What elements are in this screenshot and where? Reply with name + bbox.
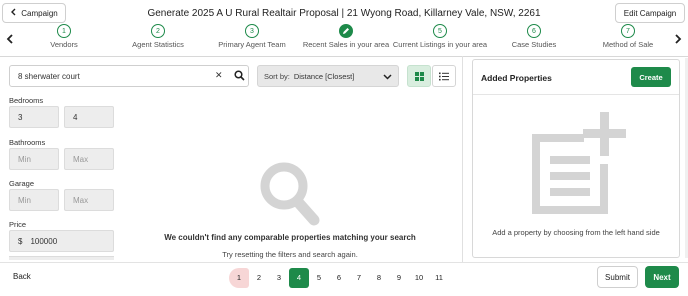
close-icon[interactable]: ✕ [215,70,223,81]
page-button-3[interactable]: 3 [269,268,289,288]
steps-next-arrow-icon[interactable] [674,34,682,47]
garage-max-input[interactable]: Max [64,189,114,211]
price-input[interactable]: $ 100000 [9,230,114,252]
footer-divider [0,262,688,263]
pencil-icon [339,24,353,38]
list-view-button[interactable] [432,65,456,87]
step-number: 2 [151,24,165,38]
page-button-7[interactable]: 7 [349,268,369,288]
list-icon [439,72,449,80]
step-method-of-sale[interactable]: 7 Method of Sale [583,24,673,49]
bedrooms-max-input[interactable]: 4 [64,106,114,128]
page-button-2[interactable]: 2 [249,268,269,288]
added-properties-panel: Added Properties Create Add a property b… [472,59,680,258]
step-recent-sales[interactable]: Recent Sales in your area [301,24,391,49]
step-label: Primary Agent Team [218,40,286,49]
bedrooms-min-input[interactable]: 3 [9,106,59,128]
price-label: Price [9,220,27,229]
chevron-down-icon [383,74,392,80]
price-value: 100000 [30,236,58,246]
step-current-listings[interactable]: 5 Current Listings in your area [392,24,488,49]
bathrooms-max-input[interactable]: Max [64,148,114,170]
page-button-8[interactable]: 8 [369,268,389,288]
step-number: 5 [433,24,447,38]
search-icon[interactable] [234,70,245,81]
page-button-6[interactable]: 6 [329,268,349,288]
garage-min-input[interactable]: Min [9,189,59,211]
column-divider [462,56,463,262]
next-filter-input-partial[interactable] [9,256,114,260]
garage-label: Garage [9,179,35,188]
submit-button[interactable]: Submit [597,266,638,288]
currency-symbol: $ [18,236,23,246]
steps-divider [0,56,688,57]
page-title: Generate 2025 A U Rural Realtair Proposa… [147,8,541,19]
back-button[interactable]: Back [13,272,31,281]
next-button[interactable]: Next [645,266,679,288]
page-button-1[interactable]: 1 [229,267,249,288]
added-properties-title: Added Properties [481,73,552,83]
edit-campaign-button[interactable]: Edit Campaign [615,3,685,23]
steps-prev-arrow-icon[interactable] [6,34,14,47]
step-number: 6 [527,24,541,38]
page-button-4[interactable]: 4 [289,267,309,288]
step-label: Recent Sales in your area [302,40,390,49]
step-number: 1 [57,24,71,38]
step-agent-statistics[interactable]: 2 Agent Statistics [113,24,203,49]
page-button-11[interactable]: 11 [429,268,449,288]
step-vendors[interactable]: 1 Vendors [19,24,109,49]
grid-icon [414,71,424,81]
bedrooms-label: Bedrooms [9,96,44,105]
added-properties-hint: Add a property by choosing from the left… [492,228,660,237]
page-button-9[interactable]: 9 [389,268,409,288]
add-document-icon [532,112,626,214]
pagination: 1 2 3 4 5 6 7 8 9 10 11 [229,267,449,288]
grid-view-button[interactable] [407,65,431,87]
step-label: Vendors [50,40,78,49]
step-primary-agent-team[interactable]: 3 Primary Agent Team [207,24,297,49]
page-button-5[interactable]: 5 [309,268,329,288]
page-button-10[interactable]: 10 [409,268,429,288]
sort-label: Sort by: [264,71,290,81]
empty-state-title: We couldn't find any comparable properti… [164,233,416,242]
step-label: Current Listings in your area [392,40,488,49]
step-label: Case Studies [511,40,557,49]
step-case-studies[interactable]: 6 Case Studies [489,24,579,49]
create-property-button[interactable]: Create [631,67,671,87]
sort-value: Distance [Closest] [293,71,355,81]
bathrooms-min-input[interactable]: Min [9,148,59,170]
address-search-value: 8 sherwater court [18,72,80,81]
step-label: Method of Sale [602,40,654,49]
sort-select[interactable]: Sort by: Distance [Closest] [257,65,399,87]
step-navigation: 1 Vendors 2 Agent Statistics 3 Primary A… [0,24,688,57]
step-label: Agent Statistics [132,40,184,49]
panel-divider [473,94,679,95]
address-search-input[interactable]: 8 sherwater court ✕ [9,65,249,87]
empty-state-subtitle: Try resetting the filters and search aga… [222,250,358,259]
step-number: 3 [245,24,259,38]
step-number: 7 [621,24,635,38]
bathrooms-label: Bathrooms [9,138,46,147]
magnifier-empty-state-icon [260,162,320,226]
